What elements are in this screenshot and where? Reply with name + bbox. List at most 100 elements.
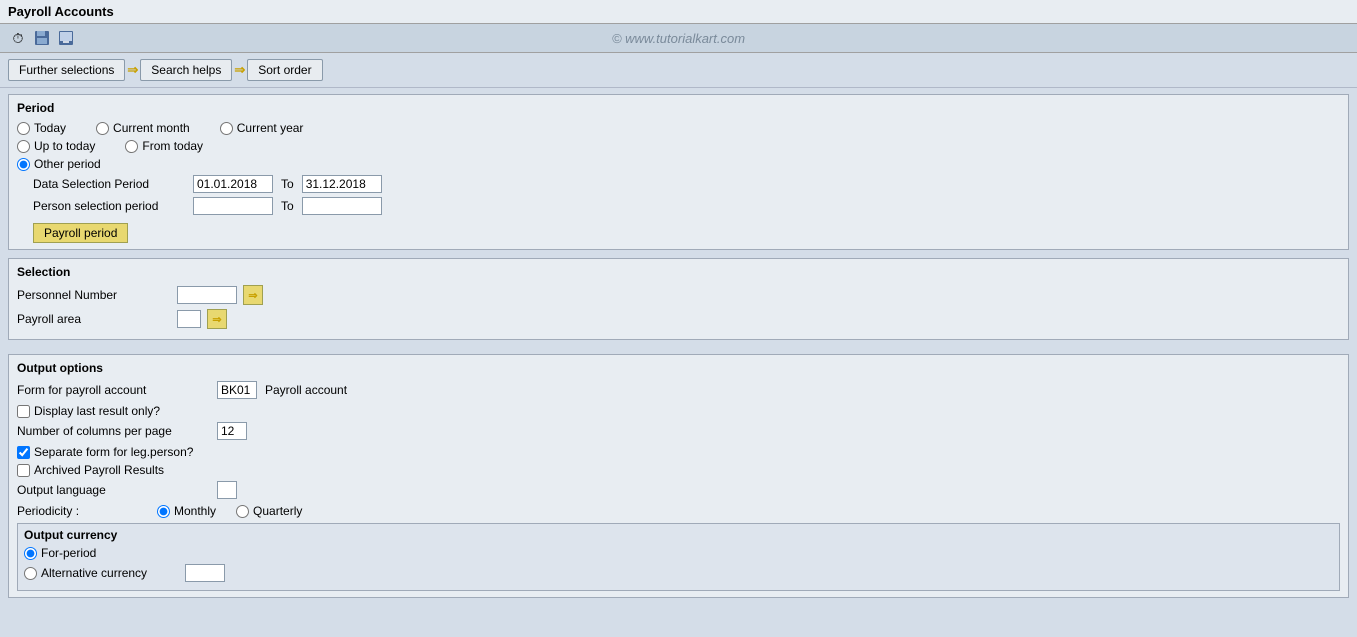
tab-search-helps[interactable]: Search helps: [140, 59, 232, 81]
radio-current-month-text: Current month: [113, 121, 190, 135]
separate-form-label: Separate form for leg.person?: [34, 445, 193, 459]
title-bar: Payroll Accounts: [0, 0, 1357, 24]
radio-for-period-label[interactable]: For-period: [24, 546, 96, 560]
personnel-number-select-button[interactable]: ⇒: [243, 285, 263, 305]
period-radio-row-2: Up to today From today: [17, 139, 1340, 153]
radio-alternative-currency-label[interactable]: Alternative currency: [24, 566, 147, 580]
period-title: Period: [17, 101, 1340, 115]
output-options-title: Output options: [17, 361, 1340, 375]
personnel-number-label: Personnel Number: [17, 288, 177, 302]
radio-other-period-text: Other period: [34, 157, 101, 171]
radio-up-to-today[interactable]: [17, 140, 30, 153]
payroll-period-button[interactable]: Payroll period: [33, 223, 128, 243]
form-payroll-input[interactable]: [217, 381, 257, 399]
radio-from-today[interactable]: [125, 140, 138, 153]
output-currency-alt-row: Alternative currency: [24, 564, 1333, 582]
output-options-section: Output options Form for payroll account …: [8, 354, 1349, 598]
personnel-number-row: Personnel Number ⇒: [17, 285, 1340, 305]
payroll-area-select-button[interactable]: ⇒: [207, 309, 227, 329]
selection-section: Selection Personnel Number ⇒ Payroll are…: [8, 258, 1349, 340]
radio-other-period[interactable]: [17, 158, 30, 171]
tab-further-selections-label: Further selections: [19, 63, 114, 77]
radio-today-text: Today: [34, 121, 66, 135]
separate-form-row: Separate form for leg.person?: [17, 445, 1340, 459]
periodicity-label: Periodicity :: [17, 504, 157, 518]
display-last-result-row: Display last result only?: [17, 404, 1340, 418]
radio-monthly-label[interactable]: Monthly: [157, 504, 216, 518]
person-selection-from-input[interactable]: [193, 197, 273, 215]
radio-today-label[interactable]: Today: [17, 121, 66, 135]
tab-sort-order-label: Sort order: [258, 63, 311, 77]
output-language-input[interactable]: [217, 481, 237, 499]
form-payroll-label: Form for payroll account: [17, 383, 217, 397]
payroll-area-arrow-icon: ⇒: [212, 313, 221, 326]
tab-search-helps-label: Search helps: [151, 63, 221, 77]
period-radio-row-3: Other period: [17, 157, 1340, 171]
output-language-label: Output language: [17, 483, 217, 497]
radio-monthly[interactable]: [157, 505, 170, 518]
watermark: © www.tutorialkart.com: [612, 31, 745, 46]
output-currency-radio-row: For-period: [24, 546, 1333, 560]
data-selection-to-label: To: [281, 177, 294, 191]
radio-quarterly[interactable]: [236, 505, 249, 518]
export-icon[interactable]: [56, 28, 76, 48]
radio-for-period-text: For-period: [41, 546, 96, 560]
tabs-row: Further selections ⇒ Search helps ⇒ Sort…: [0, 53, 1357, 88]
toolbar: ⏱ © www.tutorialkart.com: [0, 24, 1357, 53]
archived-payroll-row: Archived Payroll Results: [17, 463, 1340, 477]
radio-current-year-text: Current year: [237, 121, 304, 135]
selection-title: Selection: [17, 265, 1340, 279]
tab-sort-order[interactable]: Sort order: [247, 59, 322, 81]
page-title: Payroll Accounts: [8, 4, 114, 19]
radio-current-year[interactable]: [220, 122, 233, 135]
data-selection-period-row: Data Selection Period To: [33, 175, 1340, 193]
output-currency-title: Output currency: [24, 528, 1333, 542]
radio-quarterly-label[interactable]: Quarterly: [236, 504, 302, 518]
personnel-number-input[interactable]: [177, 286, 237, 304]
person-selection-to-label: To: [281, 199, 294, 213]
data-selection-to-input[interactable]: [302, 175, 382, 193]
tab-further-selections[interactable]: Further selections: [8, 59, 125, 81]
radio-from-today-label[interactable]: From today: [125, 139, 203, 153]
columns-per-page-label: Number of columns per page: [17, 424, 217, 438]
arrow-icon-1: ⇒: [127, 62, 138, 78]
archived-payroll-checkbox[interactable]: [17, 464, 30, 477]
period-radio-row-1: Today Current month Current year: [17, 121, 1340, 135]
radio-for-period[interactable]: [24, 547, 37, 560]
radio-up-to-today-label[interactable]: Up to today: [17, 139, 95, 153]
radio-other-period-label[interactable]: Other period: [17, 157, 101, 171]
separate-form-checkbox[interactable]: [17, 446, 30, 459]
radio-current-month-label[interactable]: Current month: [96, 121, 190, 135]
radio-alternative-currency-text: Alternative currency: [41, 566, 147, 580]
person-selection-to-input[interactable]: [302, 197, 382, 215]
columns-per-page-row: Number of columns per page: [17, 422, 1340, 440]
person-selection-label: Person selection period: [33, 199, 193, 213]
radio-current-month[interactable]: [96, 122, 109, 135]
period-section: Period Today Current month Current year …: [8, 94, 1349, 250]
radio-today[interactable]: [17, 122, 30, 135]
save-icon[interactable]: [32, 28, 52, 48]
display-last-result-checkbox[interactable]: [17, 405, 30, 418]
payroll-area-label: Payroll area: [17, 312, 177, 326]
archived-payroll-label: Archived Payroll Results: [34, 463, 164, 477]
radio-alternative-currency[interactable]: [24, 567, 37, 580]
payroll-area-input[interactable]: [177, 310, 201, 328]
clock-icon[interactable]: ⏱: [8, 28, 28, 48]
data-selection-label: Data Selection Period: [33, 177, 193, 191]
radio-from-today-text: From today: [142, 139, 203, 153]
periodicity-options: Monthly Quarterly: [157, 504, 302, 518]
radio-up-to-today-text: Up to today: [34, 139, 95, 153]
output-currency-section: Output currency For-period Alternative c…: [17, 523, 1340, 591]
radio-current-year-label[interactable]: Current year: [220, 121, 304, 135]
radio-quarterly-text: Quarterly: [253, 504, 302, 518]
periodicity-row: Periodicity : Monthly Quarterly: [17, 504, 1340, 518]
main-content: Period Today Current month Current year …: [0, 88, 1357, 637]
alternative-currency-input[interactable]: [185, 564, 225, 582]
data-selection-from-input[interactable]: [193, 175, 273, 193]
form-payroll-row: Form for payroll account Payroll account: [17, 381, 1340, 399]
display-last-result-label: Display last result only?: [34, 404, 160, 418]
arrow-icon-2: ⇒: [234, 62, 245, 78]
personnel-number-arrow-icon: ⇒: [248, 289, 257, 302]
columns-per-page-input[interactable]: [217, 422, 247, 440]
payroll-area-row: Payroll area ⇒: [17, 309, 1340, 329]
